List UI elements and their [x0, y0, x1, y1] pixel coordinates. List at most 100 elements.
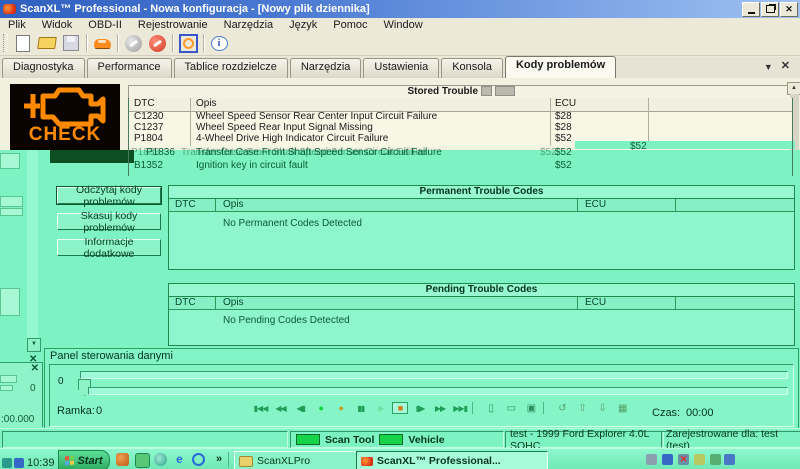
tray-misc-icon[interactable]: [724, 454, 735, 465]
step-forward-button[interactable]: ▮▶: [412, 404, 429, 413]
tray-volume-icon[interactable]: [710, 454, 721, 465]
pause-button[interactable]: ▮▮: [352, 404, 369, 413]
table-row[interactable]: B1352 Ignition key in circuit fault $52: [128, 160, 792, 171]
dashboard-button[interactable]: [176, 32, 200, 54]
dtc-cell: C1237: [134, 122, 163, 133]
col-ecu[interactable]: ECU: [585, 297, 606, 309]
ghost-zero: 0: [30, 383, 36, 394]
fast-forward-button[interactable]: ▶▶: [432, 404, 449, 413]
title-bar[interactable]: ScanXL™ Professional - Nowa konfiguracja…: [0, 0, 800, 18]
col-ecu[interactable]: ECU: [555, 98, 576, 109]
task-scanxlpro-folder[interactable]: ScanXLPro: [234, 451, 362, 469]
tab-konsola[interactable]: Konsola: [441, 58, 503, 78]
step-back-button[interactable]: ◀▮: [292, 404, 309, 413]
minimize-button[interactable]: [742, 2, 760, 17]
tray-update-icon[interactable]: [694, 454, 705, 465]
quicklaunch-browser-icon[interactable]: [116, 453, 129, 466]
table-row[interactable]: C1230 Wheel Speed Sensor Rear Center Inp…: [128, 111, 792, 122]
restore-button[interactable]: [761, 2, 779, 17]
menu-pomoc[interactable]: Pomoc: [325, 19, 375, 31]
open-log-button[interactable]: ▭: [503, 403, 520, 414]
play-button[interactable]: ▶: [372, 404, 389, 413]
open-folder-icon: [37, 37, 57, 49]
table-row[interactable]: C1237 Wheel Speed Rear Input Signal Miss…: [128, 122, 792, 133]
clear-trouble-codes-button[interactable]: Skasuj kody problemów: [57, 213, 161, 230]
glitch-tray-icon: [14, 458, 24, 468]
toolbar: i: [0, 31, 800, 56]
menu-jezyk[interactable]: Język: [281, 19, 325, 31]
export-down-button[interactable]: ⇩: [594, 403, 611, 414]
rewind-button[interactable]: ◀◀: [272, 404, 289, 413]
col-ecu[interactable]: ECU: [585, 199, 606, 211]
quicklaunch-app-icon[interactable]: [135, 453, 150, 468]
pending-codes-header: DTC Opis ECU: [169, 297, 794, 310]
menu-window[interactable]: Window: [376, 19, 431, 31]
mark-button[interactable]: ●: [332, 403, 349, 413]
tab-performance[interactable]: Performance: [87, 58, 172, 78]
tray-network-disconnected-icon[interactable]: ✕: [678, 454, 689, 465]
menu-rejestrowanie[interactable]: Rejestrowanie: [130, 19, 216, 31]
reset-button[interactable]: ↺: [554, 403, 571, 414]
timeline-track-secondary[interactable]: [88, 387, 788, 395]
col-opis[interactable]: Opis: [223, 199, 244, 211]
skip-end-button[interactable]: ▶▶▮: [452, 404, 469, 413]
quicklaunch-ie-icon[interactable]: e: [173, 453, 186, 466]
save-log-button[interactable]: ▣: [523, 403, 540, 414]
status-segment-connection: Scan Tool Vehicle: [290, 431, 504, 448]
menu-widok[interactable]: Widok: [34, 19, 81, 31]
additional-info-button[interactable]: Informacje dodatkowe: [57, 239, 161, 256]
tab-scroll-dropdown-icon[interactable]: ▼: [764, 62, 773, 72]
ghost-close-icon[interactable]: ✕: [31, 363, 39, 374]
col-opis[interactable]: Opis: [223, 297, 244, 309]
tab-ustawienia[interactable]: Ustawienia: [363, 58, 439, 78]
col-opis[interactable]: Opis: [196, 98, 217, 109]
record-button[interactable]: ●: [312, 403, 329, 413]
tab-tablice-rozdzielcze[interactable]: Tablice rozdzielcze: [174, 58, 288, 78]
ghost-scrollbar[interactable]: [27, 150, 38, 348]
quicklaunch-overflow[interactable]: »: [216, 453, 222, 465]
start-button[interactable]: Start: [58, 450, 110, 469]
info-button[interactable]: i: [207, 32, 231, 54]
menu-plik[interactable]: Plik: [0, 19, 34, 31]
glitch-artifact: [0, 196, 23, 207]
save-file-button[interactable]: [59, 32, 83, 54]
quicklaunch-media-icon[interactable]: [192, 453, 205, 466]
timeline-track[interactable]: [80, 371, 788, 379]
menu-narzedzia[interactable]: Narzędzia: [216, 19, 282, 31]
tab-bar: Diagnostyka Performance Tablice rozdziel…: [0, 57, 800, 79]
opis-cell: Transfer Case Front Shaft Speed Sensor C…: [196, 147, 442, 158]
frame-value: 0: [96, 405, 102, 417]
connect-button[interactable]: [121, 32, 145, 54]
col-dtc[interactable]: DTC: [175, 199, 196, 211]
menu-obd2[interactable]: OBD-II: [80, 19, 130, 31]
control-panel-body: 0 Ramka: 0 ▮◀◀ ◀◀ ◀▮ ● ● ▮▮ ▶ ■ ▮▶ ▶▶ ▶▶…: [49, 364, 794, 427]
status-bar: Scan Tool Vehicle test - 1999 Ford Explo…: [0, 428, 800, 449]
quicklaunch-messenger-icon[interactable]: [154, 453, 167, 466]
export-up-button[interactable]: ⇧: [574, 403, 591, 414]
tray-app-icon[interactable]: [662, 454, 673, 465]
vehicle-button[interactable]: [90, 32, 114, 54]
task-scanxl-professional[interactable]: ScanXL™ Professional...: [356, 451, 548, 469]
col-dtc[interactable]: DTC: [134, 98, 155, 109]
skip-start-button[interactable]: ▮◀◀: [252, 404, 269, 413]
tray-device-icon[interactable]: [646, 454, 657, 465]
open-file-button[interactable]: [35, 32, 59, 54]
tab-diagnostyka[interactable]: Diagnostyka: [2, 58, 85, 78]
connect-plug-icon: [125, 35, 142, 52]
disconnect-button[interactable]: [145, 32, 169, 54]
time-value: 00:00: [686, 407, 714, 419]
new-file-button[interactable]: [11, 32, 35, 54]
stop-button[interactable]: ■: [392, 402, 408, 414]
grid-view-button[interactable]: ▦: [614, 403, 631, 414]
table-row[interactable]: P1836 Transfer Case Front Shaft Speed Se…: [146, 147, 796, 158]
toolbar-grip[interactable]: [3, 34, 8, 52]
tab-kody-problemow[interactable]: Kody problemów: [505, 56, 616, 78]
new-log-button[interactable]: ▯: [483, 403, 500, 414]
read-trouble-codes-button[interactable]: Odczytaj kody problemów: [57, 187, 161, 204]
pending-codes-box: Pending Trouble Codes DTC Opis ECU No Pe…: [168, 283, 795, 346]
ghost-scroll-down-button[interactable]: ▼: [27, 338, 41, 352]
tab-narzedzia[interactable]: Narzędzia: [290, 58, 362, 78]
tab-close-icon[interactable]: ✕: [781, 59, 790, 72]
close-button[interactable]: ✕: [780, 2, 798, 17]
col-dtc[interactable]: DTC: [175, 297, 196, 309]
